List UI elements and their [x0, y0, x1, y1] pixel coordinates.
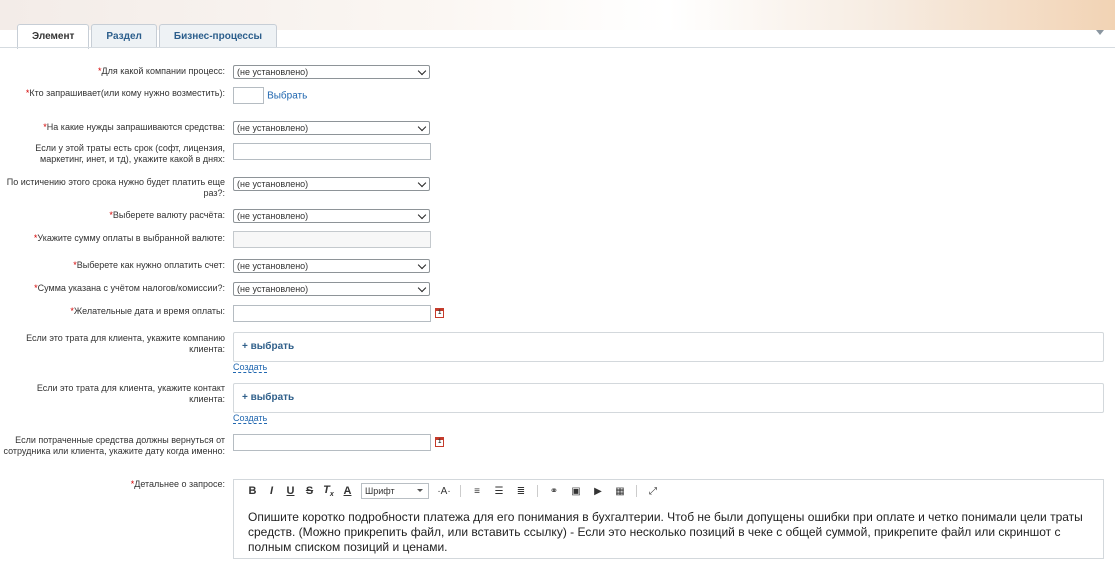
field-repay: По истичению этого срока нужно будет пла…	[0, 177, 1115, 198]
table-icon[interactable]: ▦	[609, 486, 631, 497]
select-user-link[interactable]: Выбрать	[267, 90, 307, 101]
method-select[interactable]: (не установлено)	[233, 259, 430, 273]
toolbar-separator	[460, 485, 461, 497]
strikethrough-button[interactable]: S	[300, 485, 319, 497]
date-input[interactable]	[233, 305, 431, 322]
taxes-select[interactable]: (не установлено)	[233, 282, 430, 296]
italic-button[interactable]: I	[262, 485, 281, 497]
field-currency: *Выберете валюту расчёта: (не установлен…	[0, 209, 1115, 223]
field-label: По истичению этого срока нужно будет пла…	[6, 177, 225, 198]
calendar-icon[interactable]: 1	[435, 437, 444, 447]
field-label: На какие нужды запрашиваются средства:	[46, 122, 225, 132]
field-taxes: *Сумма указана с учётом налогов/комиссии…	[0, 282, 1115, 296]
bullet-list-icon[interactable]: ☰	[488, 486, 510, 497]
amount-input[interactable]	[233, 231, 431, 248]
chevron-down-icon	[417, 283, 427, 293]
term-input[interactable]	[233, 143, 431, 160]
fullscreen-icon[interactable]: ⤢	[642, 486, 664, 497]
field-client-company: Если это трата для клиента, укажите комп…	[0, 332, 1115, 373]
chevron-down-icon	[417, 210, 427, 220]
requester-input[interactable]	[233, 87, 264, 104]
chevron-down-icon	[417, 260, 427, 270]
field-label: Выберете как нужно оплатить счет:	[76, 260, 225, 270]
calendar-icon[interactable]: 1	[435, 308, 444, 318]
field-client-contact: Если это трата для клиента, укажите конт…	[0, 383, 1115, 424]
company-select[interactable]: (не установлено)	[233, 65, 430, 79]
collapse-arrow-icon[interactable]	[1096, 30, 1104, 35]
clear-format-icon[interactable]: Tx	[319, 484, 338, 498]
bold-button[interactable]: B	[243, 485, 262, 497]
tab-section[interactable]: Раздел	[91, 24, 157, 48]
tabs-divider	[0, 47, 1115, 48]
needs-select[interactable]: (не установлено)	[233, 121, 430, 135]
field-label: Для какой компании процесс:	[101, 66, 225, 76]
field-label: Выберете валюту расчёта:	[112, 210, 225, 220]
field-label: Укажите сумму оплаты в выбранной валюте:	[37, 233, 225, 243]
chevron-down-icon	[417, 178, 427, 188]
field-label: Если у этой траты есть срок (софт, лицен…	[35, 143, 225, 164]
create-company-link[interactable]: Создать	[233, 362, 268, 373]
font-size-icon[interactable]: ·A·	[433, 486, 455, 497]
currency-select[interactable]: (не установлено)	[233, 209, 430, 223]
add-contact-button[interactable]: + выбрать	[242, 392, 294, 403]
tab-bar: Элемент Раздел Бизнес-процессы	[17, 24, 279, 49]
add-company-button[interactable]: + выбрать	[242, 341, 294, 352]
create-contact-link[interactable]: Создать	[233, 413, 268, 424]
tab-business-processes[interactable]: Бизнес-процессы	[158, 24, 278, 48]
numbered-list-icon[interactable]: ≡	[466, 486, 488, 497]
field-label: Если это трата для клиента, укажите конт…	[36, 383, 225, 404]
field-label: Сумма указана с учётом налогов/комиссии?…	[37, 283, 225, 293]
link-icon[interactable]: ⚭	[543, 486, 565, 497]
field-label: Желательные дата и время оплаты:	[73, 306, 225, 316]
client-company-picker[interactable]: + выбрать	[233, 332, 1104, 362]
rich-text-editor[interactable]: B I U S Tx A Шрифт ·A· ≡ ☰ ≣ ⚭ ▣ ▶ ▦ ⤢ О…	[233, 479, 1104, 559]
chevron-down-icon	[417, 122, 427, 132]
client-contact-picker[interactable]: + выбрать	[233, 383, 1104, 413]
font-select[interactable]: Шрифт	[361, 483, 429, 499]
toolbar-separator	[537, 485, 538, 497]
field-label: Детальнее о запросе:	[134, 479, 225, 489]
chevron-down-icon	[417, 66, 427, 76]
field-company: *Для какой компании процесс: (не установ…	[0, 65, 1115, 79]
return-date-input[interactable]	[233, 434, 431, 451]
align-icon[interactable]: ≣	[510, 486, 532, 497]
text-color-icon[interactable]: A	[338, 485, 357, 497]
editor-toolbar: B I U S Tx A Шрифт ·A· ≡ ☰ ≣ ⚭ ▣ ▶ ▦ ⤢	[234, 480, 1103, 502]
underline-button[interactable]: U	[281, 485, 300, 497]
editor-content[interactable]: Опишите коротко подробности платежа для …	[234, 502, 1103, 563]
toolbar-separator	[636, 485, 637, 497]
field-label: Если потраченные средства должны вернуть…	[3, 435, 226, 456]
field-label: Кто запрашивает(или кому нужно возместит…	[29, 88, 225, 98]
image-icon[interactable]: ▣	[565, 486, 587, 497]
repay-select[interactable]: (не установлено)	[233, 177, 430, 191]
video-icon[interactable]: ▶	[587, 486, 609, 497]
tab-element[interactable]: Элемент	[17, 24, 90, 49]
field-needs: *На какие нужды запрашиваются средства: …	[0, 121, 1115, 135]
field-method: *Выберете как нужно оплатить счет: (не у…	[0, 259, 1115, 273]
field-label: Если это трата для клиента, укажите комп…	[26, 333, 225, 354]
